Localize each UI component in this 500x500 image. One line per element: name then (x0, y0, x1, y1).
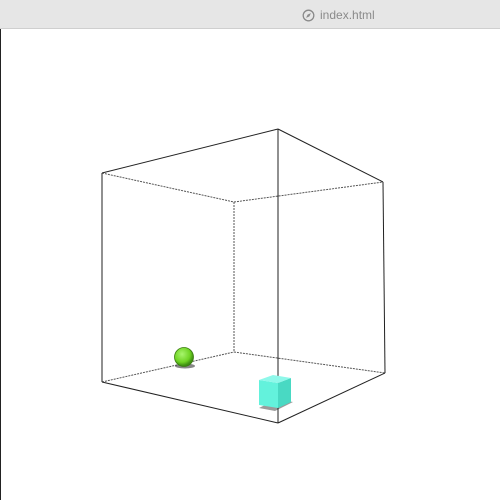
window-title: index.html (320, 8, 375, 22)
edge-bottom-right-front (277, 372, 386, 424)
tab-title-area[interactable]: index.html (302, 7, 375, 23)
edge-bottom-left-front (101, 381, 279, 424)
canvas-viewport[interactable] (1, 30, 500, 500)
title-bar: index.html (0, 0, 500, 29)
3d-scene[interactable] (1, 30, 500, 500)
cube-wireframe-front (101, 128, 386, 424)
cube-wireframe-back (101, 172, 386, 383)
sphere-body (174, 347, 194, 367)
edge-top-right-front (277, 128, 384, 183)
green-sphere[interactable] (174, 347, 196, 369)
edge-back-bottom-right (233, 351, 386, 374)
compass-icon (302, 9, 315, 21)
cube-face-front (259, 380, 278, 408)
edge-back-top-right (233, 181, 384, 203)
edge-back-top-left (101, 172, 235, 203)
cyan-cube[interactable] (259, 375, 293, 411)
edge-back-bottom-left (101, 351, 235, 383)
browser-window: index.html (0, 0, 500, 500)
edge-top-left-front (101, 128, 279, 174)
edge-vertical-right (382, 181, 386, 374)
